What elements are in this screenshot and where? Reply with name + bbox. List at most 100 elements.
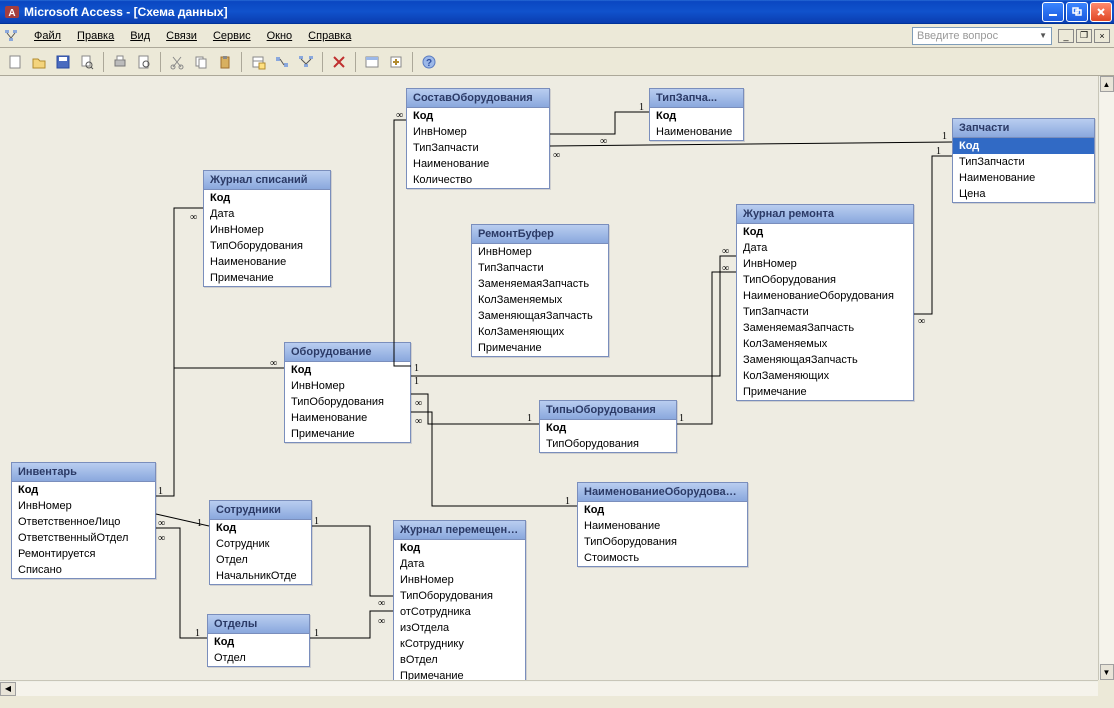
table-field[interactable]: Цена [953,186,1094,202]
table-zapchasti[interactable]: ЗапчастиКодТипЗапчастиНаименованиеЦена [952,118,1095,203]
table-remontbuf[interactable]: РемонтБуферИнвНомерТипЗапчастиЗаменяемая… [471,224,609,357]
table-header[interactable]: Журнал ремонта [737,205,913,224]
table-field[interactable]: Примечание [472,340,608,356]
table-tipzap[interactable]: ТипЗапча...КодНаименование [649,88,744,141]
delete-button[interactable] [328,51,350,73]
table-field[interactable]: Наименование [204,254,330,270]
table-field[interactable]: ИнвНомер [12,498,155,514]
table-field[interactable]: Код [204,190,330,206]
table-field[interactable]: Списано [12,562,155,578]
table-sostav[interactable]: СоставОборудованияКодИнвНомерТипЗапчасти… [406,88,550,189]
table-field[interactable]: изОтдела [394,620,525,636]
table-field[interactable]: НаименованиеОборудования [737,288,913,304]
table-field[interactable]: ТипЗапчасти [737,304,913,320]
table-field[interactable]: Код [650,108,743,124]
menu-view[interactable]: Вид [122,27,158,45]
table-field[interactable]: КолЗаменяемых [737,336,913,352]
table-field[interactable]: Стоимость [578,550,747,566]
table-field[interactable]: ИнвНомер [285,378,410,394]
mdi-minimize-button[interactable]: _ [1058,29,1074,43]
table-sotrudniki[interactable]: СотрудникиКодСотрудникОтделНачальникОтде [209,500,312,585]
table-field[interactable]: Дата [394,556,525,572]
table-field[interactable]: ИнвНомер [472,244,608,260]
table-field[interactable]: кСотруднику [394,636,525,652]
new-button[interactable] [4,51,26,73]
table-field[interactable]: Дата [737,240,913,256]
table-otdely[interactable]: ОтделыКодОтдел [207,614,310,667]
table-zhurnal_perem[interactable]: Журнал перемещенийКодДатаИнвНомерТипОбор… [393,520,526,685]
table-field[interactable]: ИнвНомер [204,222,330,238]
show-all-relationships-button[interactable] [295,51,317,73]
menu-help[interactable]: Справка [300,27,359,45]
table-field[interactable]: Наименование [407,156,549,172]
scroll-v-track[interactable] [1100,92,1114,664]
table-header[interactable]: Оборудование [285,343,410,362]
table-field[interactable]: ЗаменяющаяЗапчасть [472,308,608,324]
table-field[interactable]: Наименование [578,518,747,534]
table-field[interactable]: ЗаменяющаяЗапчасть [737,352,913,368]
table-field[interactable]: Количество [407,172,549,188]
table-header[interactable]: Журнал перемещений [394,521,525,540]
table-field[interactable]: КолЗаменяемых [472,292,608,308]
print-button[interactable] [109,51,131,73]
table-field[interactable]: КолЗаменяющих [737,368,913,384]
table-field[interactable]: Отдел [210,552,311,568]
table-header[interactable]: Журнал списаний [204,171,330,190]
table-header[interactable]: ТипЗапча... [650,89,743,108]
table-field[interactable]: вОтдел [394,652,525,668]
table-zhurnal_spis[interactable]: Журнал списанийКодДатаИнвНомерТипОборудо… [203,170,331,287]
table-header[interactable]: Сотрудники [210,501,311,520]
table-field[interactable]: Наименование [650,124,743,140]
table-field[interactable]: Код [394,540,525,556]
table-field[interactable]: ТипОборудования [285,394,410,410]
table-field[interactable]: ТипЗапчасти [472,260,608,276]
table-oborud[interactable]: ОборудованиеКодИнвНомерТипОборудованияНа… [284,342,411,443]
table-field[interactable]: Код [12,482,155,498]
menu-service[interactable]: Сервис [205,27,259,45]
search-file-button[interactable] [76,51,98,73]
maximize-button[interactable] [1066,2,1088,22]
table-field[interactable]: Примечание [737,384,913,400]
table-field[interactable]: Ремонтируется [12,546,155,562]
table-field[interactable]: ЗаменяемаяЗапчасть [472,276,608,292]
scroll-up-button[interactable]: ▲ [1100,76,1114,92]
table-field[interactable]: Сотрудник [210,536,311,552]
table-header[interactable]: Запчасти [953,119,1094,138]
table-zhurnal_rem[interactable]: Журнал ремонтаКодДатаИнвНомерТипОборудов… [736,204,914,401]
minimize-button[interactable] [1042,2,1064,22]
menu-window[interactable]: Окно [259,27,301,45]
table-field[interactable]: ТипЗапчасти [407,140,549,156]
table-field[interactable]: Код [210,520,311,536]
table-field[interactable]: отСотрудника [394,604,525,620]
table-field[interactable]: Код [407,108,549,124]
help-button[interactable]: ? [418,51,440,73]
scroll-left-button[interactable]: ◀ [0,682,16,696]
horizontal-scrollbar[interactable]: ◀ ▶ [0,680,1114,696]
table-field[interactable]: ОтветственноеЛицо [12,514,155,530]
table-field[interactable]: Примечание [204,270,330,286]
open-button[interactable] [28,51,50,73]
table-field[interactable]: НачальникОтде [210,568,311,584]
table-field[interactable]: Код [737,224,913,240]
table-field[interactable]: ТипОборудования [204,238,330,254]
table-naimenov_oborud[interactable]: НаименованиеОборудованияКодНаименованиеТ… [577,482,748,567]
show-table-button[interactable] [247,51,269,73]
table-tipy_oborud[interactable]: ТипыОборудованияКодТипОборудования [539,400,677,453]
vertical-scrollbar[interactable]: ▲ ▼ [1098,76,1114,680]
table-header[interactable]: СоставОборудования [407,89,549,108]
menu-relationships[interactable]: Связи [158,27,205,45]
table-field[interactable]: Код [540,420,676,436]
table-header[interactable]: Отделы [208,615,309,634]
table-field[interactable]: Дата [204,206,330,222]
mdi-restore-button[interactable]: ❐ [1076,29,1092,43]
table-field[interactable]: ОтветственныйОтдел [12,530,155,546]
scroll-h-track[interactable] [16,682,1098,696]
table-field[interactable]: ТипОборудования [578,534,747,550]
table-field[interactable]: КолЗаменяющих [472,324,608,340]
menu-file[interactable]: Файл [26,27,69,45]
table-field[interactable]: Код [953,138,1094,154]
mdi-close-button[interactable]: × [1094,29,1110,43]
table-field[interactable]: ТипОборудования [394,588,525,604]
scroll-down-button[interactable]: ▼ [1100,664,1114,680]
relationships-canvas[interactable]: СоставОборудованияКодИнвНомерТипЗапчасти… [0,76,1114,696]
